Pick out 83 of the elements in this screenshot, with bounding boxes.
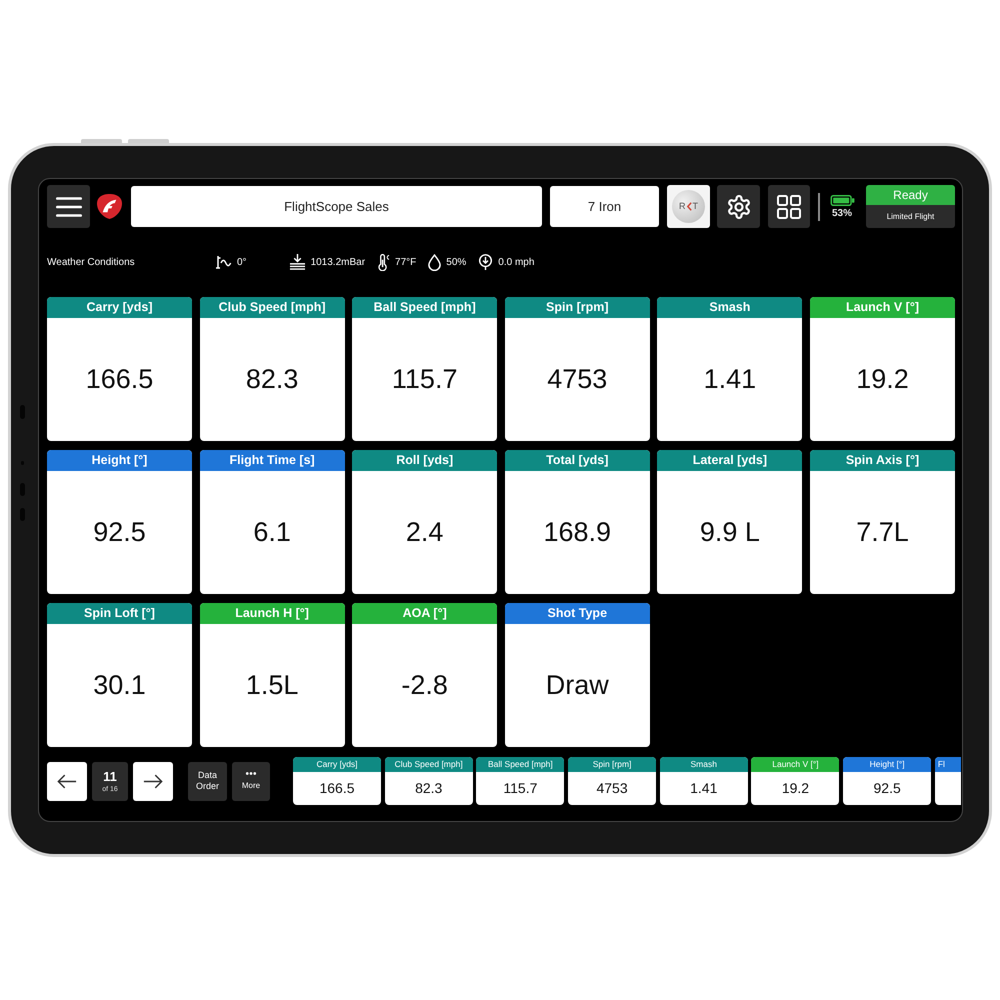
metric-label: Launch H [°]	[200, 603, 345, 624]
weather-value: 77°F	[395, 256, 416, 270]
strip-value: 82.3	[415, 779, 442, 798]
strip-value: 115.7	[503, 779, 538, 798]
metric-value: 168.9	[543, 516, 612, 550]
metric-value: 92.5	[93, 516, 146, 550]
shot-number: 11	[103, 770, 117, 782]
metric-value: 1.41	[704, 363, 756, 396]
metric-label: Spin Axis [°]	[810, 450, 955, 471]
data-order-button[interactable]: Data Order	[188, 762, 227, 800]
strip-label: Launch V [°]	[751, 757, 840, 772]
strip-value: 166.5	[319, 779, 355, 798]
metric-value: 2.4	[406, 516, 444, 550]
metric-value: 19.2	[856, 363, 909, 396]
metric-label: Club Speed [mph]	[200, 297, 345, 318]
weather-value: 1013.2mBar	[310, 256, 366, 270]
metric-value: 7.7L	[856, 516, 909, 550]
metric-label: Lateral [yds]	[657, 450, 802, 471]
chevron-icon	[686, 202, 692, 211]
metric-label: Flight Time [s]	[200, 450, 345, 471]
metric-label: AOA [°]	[352, 603, 498, 624]
metric-label: Ball Speed [mph]	[352, 297, 498, 318]
strip-label: Spin [rpm]	[568, 757, 656, 772]
metric-value: Draw	[546, 669, 609, 702]
club-field[interactable]: 7 Iron	[550, 186, 659, 227]
arrow-left-icon	[57, 774, 77, 788]
ball-letter: T	[692, 202, 698, 211]
strip-label: Height [°]	[843, 757, 932, 772]
metric-value: 30.1	[93, 669, 146, 702]
settings-button[interactable]	[717, 185, 760, 228]
strip-value: 1.41	[690, 779, 718, 798]
menu-icon	[56, 196, 82, 216]
strip-label: Smash	[660, 757, 748, 772]
metric-label: Total [yds]	[504, 450, 650, 471]
more-icon	[245, 772, 257, 775]
metric-value: 1.5L	[246, 669, 298, 702]
flight-mode-label: Limited Flight	[866, 205, 955, 228]
session-name-field[interactable]: FlightScope Sales	[131, 186, 542, 227]
ball-letter: R	[679, 202, 686, 211]
grid-icon	[777, 194, 801, 218]
metric-value: 115.7	[392, 363, 458, 396]
settings-icon	[726, 194, 750, 218]
wave-icon	[215, 255, 232, 269]
metric-value: 166.5	[86, 363, 154, 396]
metric-label: Carry [yds]	[47, 297, 192, 318]
strip-label: Carry [yds]	[293, 757, 381, 772]
metric-label: Spin Loft [°]	[47, 603, 192, 624]
metric-label: Shot Type	[504, 603, 650, 624]
logo-icon	[97, 194, 122, 219]
metric-label: Height [°]	[47, 450, 192, 471]
strip-label: Fl	[934, 757, 961, 772]
pressure-icon	[288, 254, 306, 270]
layout-button[interactable]	[768, 185, 810, 228]
more-button[interactable]: More	[232, 762, 270, 800]
battery-icon	[830, 194, 854, 206]
ready-status: Ready	[866, 185, 955, 205]
strip-value: 19.2	[782, 779, 810, 798]
weather-value: 50%	[446, 256, 466, 270]
weather-value: 0.0 mph	[498, 256, 534, 270]
metric-label: Smash	[657, 297, 802, 318]
weather-value: 0°	[237, 256, 247, 270]
water-drop-icon	[428, 254, 442, 270]
next-shot-button[interactable]	[133, 762, 173, 800]
ball-button[interactable]: R T	[667, 185, 710, 228]
metric-label: Roll [yds]	[352, 450, 498, 471]
arrow-circle-icon	[478, 254, 494, 270]
strip-label: Club Speed [mph]	[384, 757, 473, 772]
metric-value: 9.9 L	[700, 516, 760, 550]
metric-value: 4753	[547, 363, 608, 396]
battery-percent: 53%	[832, 208, 852, 218]
metric-label: Launch V [°]	[810, 297, 955, 318]
metric-value: 82.3	[246, 363, 298, 396]
strip-value: 92.5	[874, 779, 901, 798]
weather-title: Weather Conditions	[47, 256, 136, 270]
previous-shot-button[interactable]	[47, 762, 87, 800]
arrow-right-icon	[143, 774, 163, 788]
metric-value: -2.8	[401, 669, 448, 702]
menu-button[interactable]	[47, 185, 90, 228]
thermometer-icon	[377, 254, 390, 270]
strip-value: 4753	[596, 779, 628, 798]
metric-value: 6.1	[253, 516, 291, 550]
strip-label: Ball Speed [mph]	[476, 757, 564, 772]
metric-label: Spin [rpm]	[504, 297, 650, 318]
